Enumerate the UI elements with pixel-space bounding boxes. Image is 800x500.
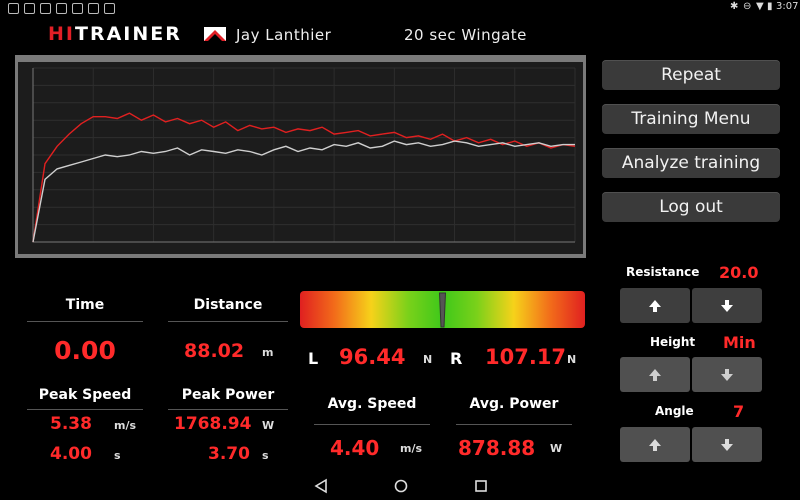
analyze-training-button[interactable]: Analyze training [602,148,780,178]
balance-needle-icon [438,292,447,328]
height-label: Height [650,335,696,349]
balance-gauge [300,291,585,328]
series-line-1 [32,140,575,243]
notification-icon [88,3,99,14]
recents-icon[interactable] [473,478,489,494]
resistance-down-button[interactable] [692,288,762,323]
notification-icon [56,3,67,14]
divider [27,321,143,322]
brand-flag-icon [204,27,226,41]
distance-unit: m [262,346,274,359]
angle-label: Angle [655,404,694,418]
navigation-bar [0,474,800,500]
divider [168,321,288,322]
avg-speed-label: Avg. Speed [327,396,417,412]
angle-up-button[interactable] [620,427,690,462]
peak-speed-time: 4.00 [50,444,92,464]
back-icon[interactable] [314,478,328,494]
distance-label: Distance [193,297,263,313]
peak-speed-value: 5.38 [50,414,92,434]
peak-power-unit: W [262,419,275,432]
time-label: Time [65,297,105,313]
divider [168,409,288,410]
status-bar: ✱ ⊖ ▼ ▮ 3:07 [0,0,800,18]
arrow-down-icon [721,438,733,451]
height-down-button[interactable] [692,357,762,392]
arrow-up-icon [649,368,661,381]
user-name: Jay Lanthier [236,26,332,44]
notification-icon [72,3,83,14]
notification-icon [40,3,51,14]
left-force-value: 96.44 [339,345,406,369]
divider [456,424,572,425]
arrow-down-icon [721,299,733,312]
peak-speed-unit: m/s [114,419,137,432]
peak-power-value: 1768.94 [174,414,252,434]
brand-hi: HI [48,23,75,45]
notification-icon [8,3,19,14]
peak-speed-label: Peak Speed [38,387,132,403]
left-force-unit: N [423,353,433,366]
notification-icon [104,3,115,14]
dnd-icon: ⊖ [743,1,752,12]
home-icon[interactable] [393,478,409,494]
arrow-up-icon [649,438,661,451]
arrow-down-icon [721,368,733,381]
peak-speed-time-unit: s [114,449,121,462]
brand-logo: HITRAINER [48,23,182,45]
divider [314,424,430,425]
divider [27,409,143,410]
peak-power-time-unit: s [262,449,269,462]
avg-power-unit: W [550,442,563,455]
avg-speed-unit: m/s [400,442,423,455]
peak-power-time: 3.70 [208,444,250,464]
clock-text: 3:07 [776,1,799,12]
repeat-button[interactable]: Repeat [602,60,780,90]
right-label: R [450,349,463,368]
avg-power-value: 878.88 [458,436,536,460]
series-line-0 [32,112,576,243]
resistance-up-button[interactable] [620,288,690,323]
program-name: 20 sec Wingate [404,26,527,44]
bluetooth-icon: ✱ [730,1,739,12]
angle-down-button[interactable] [692,427,762,462]
performance-chart [32,67,576,243]
right-force-unit: N [567,353,577,366]
distance-value: 88.02 [184,340,245,362]
height-up-button[interactable] [620,357,690,392]
logout-button[interactable]: Log out [602,192,780,222]
time-value: 0.00 [54,336,116,365]
peak-power-label: Peak Power [181,387,275,403]
battery-icon: ▮ [767,1,773,12]
wifi-icon: ▼ [756,1,764,12]
angle-value: 7 [733,402,745,421]
avg-speed-value: 4.40 [330,436,380,460]
training-menu-button[interactable]: Training Menu [602,104,780,134]
needle-marker [438,292,447,328]
height-value: Min [723,333,756,352]
notification-icon [24,3,35,14]
right-force-value: 107.17 [485,345,567,369]
brand-trainer: TRAINER [74,23,182,45]
left-label: L [308,349,319,368]
arrow-up-icon [649,299,661,312]
chart-area [18,62,583,254]
resistance-label: Resistance [626,265,700,279]
avg-power-label: Avg. Power [469,396,559,412]
resistance-value: 20.0 [719,263,759,282]
